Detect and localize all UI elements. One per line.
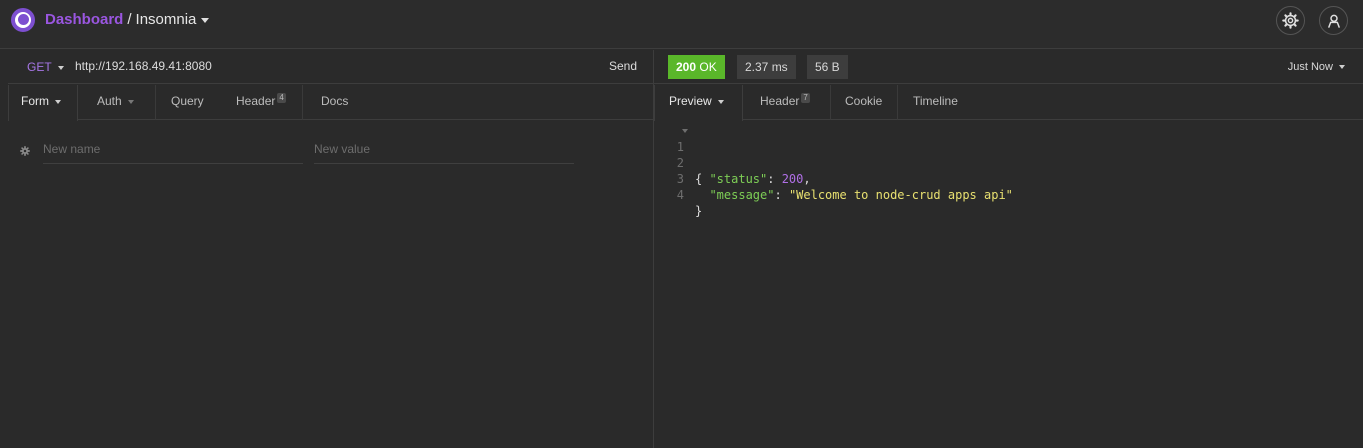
top-bar: Dashboard / Insomnia [0, 0, 1363, 49]
response-status-bar: 200 OK 2.37 ms 56 B Just Now [654, 50, 1363, 84]
method-label: GET [27, 60, 52, 74]
chevron-down-icon [55, 99, 61, 104]
tab-form[interactable]: Form [8, 85, 78, 121]
workspace-name[interactable]: Insomnia [136, 11, 197, 28]
time-badge: 2.37 ms [737, 55, 796, 79]
tab-header[interactable]: Header 4 [236, 85, 286, 120]
tab-response-header[interactable]: Header 7 [760, 85, 810, 120]
code-line: 1 { [654, 123, 1363, 186]
account-button[interactable] [1319, 6, 1348, 35]
method-dropdown[interactable]: GET [27, 60, 64, 74]
tab-label: Header [236, 94, 276, 108]
user-icon [1327, 14, 1340, 28]
chevron-down-icon[interactable] [201, 17, 210, 23]
fold-arrow-icon[interactable] [682, 129, 688, 133]
gear-icon [20, 146, 30, 156]
gear-icon [1282, 12, 1299, 29]
response-pane: 200 OK 2.37 ms 56 B Just Now Preview Hea… [654, 50, 1363, 448]
chevron-down-icon [57, 65, 64, 70]
code-line: 3 "message": "Welcome to node-crud apps … [654, 155, 1363, 202]
form-value-input[interactable]: New value [314, 138, 574, 164]
status-text: OK [699, 60, 717, 74]
tab-auth[interactable]: Auth [97, 85, 134, 120]
request-tabs: Form Auth Query Header 4 Docs [8, 85, 653, 121]
status-code: 200 [676, 60, 697, 74]
form-name-input[interactable]: New name [43, 138, 303, 164]
tab-divider [155, 85, 156, 120]
breadcrumb-separator: / [127, 11, 132, 28]
tab-preview[interactable]: Preview [654, 85, 743, 121]
tab-divider [302, 85, 303, 120]
tab-divider [897, 85, 898, 120]
json-key: "message" [709, 188, 775, 202]
size-badge: 56 B [807, 55, 848, 79]
history-label: Just Now [1287, 61, 1333, 73]
chevron-down-icon [127, 99, 134, 104]
tab-label: Form [21, 94, 49, 108]
row-settings-button[interactable] [20, 144, 30, 159]
json-string: "Welcome to node-crud apps api" [788, 188, 1013, 202]
chevron-down-icon [1339, 65, 1345, 70]
header-count-badge: 4 [277, 93, 286, 103]
tab-label: Header [760, 94, 800, 108]
tab-query[interactable]: Query [171, 85, 204, 120]
code-line: 2 "status": 200, [654, 139, 1363, 186]
tab-divider [830, 85, 831, 120]
response-body[interactable]: 1 { 2 "status": 200, 3 "message": "Welco… [654, 123, 1363, 443]
request-pane: GET http://192.168.49.41:8080 Send Form … [8, 50, 653, 448]
code-line: 4 } [654, 171, 1363, 218]
dashboard-link[interactable]: Dashboard [45, 11, 123, 28]
form-row: New name New value [8, 138, 653, 168]
tab-label: Query [171, 94, 204, 108]
header-count-badge: 7 [801, 93, 810, 103]
tab-cookie[interactable]: Cookie [845, 85, 882, 120]
tab-timeline[interactable]: Timeline [913, 85, 958, 120]
tab-label: Timeline [913, 94, 958, 108]
line-number: 4 [676, 188, 684, 202]
tab-docs[interactable]: Docs [321, 85, 348, 120]
tab-label: Cookie [845, 94, 883, 108]
response-tabs: Preview Header 7 Cookie Timeline [654, 85, 1363, 121]
message-entry: "message": "Welcome to node-crud apps ap… [709, 188, 1013, 202]
url-bar: GET http://192.168.49.41:8080 Send [8, 50, 653, 84]
breadcrumb: Dashboard / Insomnia [45, 11, 210, 29]
tab-label: Preview [669, 94, 712, 108]
chevron-down-icon [717, 99, 724, 104]
history-dropdown[interactable]: Just Now [1288, 60, 1345, 74]
url-input[interactable]: http://192.168.49.41:8080 [75, 59, 575, 74]
tab-label: Auth [97, 94, 122, 108]
status-badge: 200 OK [668, 55, 725, 79]
settings-button[interactable] [1276, 6, 1305, 35]
close-brace: } [695, 204, 703, 218]
insomnia-logo-icon[interactable] [11, 8, 35, 32]
send-button[interactable]: Send [609, 59, 637, 74]
tab-label: Docs [321, 94, 349, 108]
